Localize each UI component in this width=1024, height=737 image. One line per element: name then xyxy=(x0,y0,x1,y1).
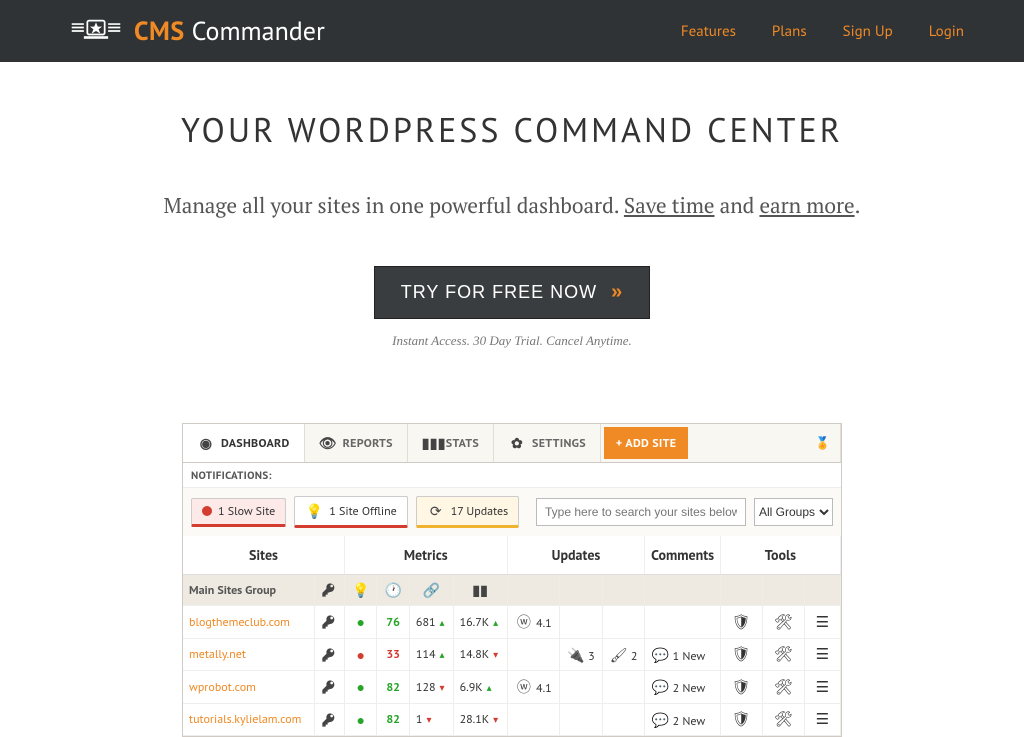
shield-icon[interactable]: 🛡 xyxy=(728,645,755,664)
col-comments: Comments xyxy=(645,536,720,575)
list-icon[interactable]: ☰ xyxy=(812,710,833,729)
list-icon[interactable]: ☰ xyxy=(812,645,833,664)
bulb-icon: ● xyxy=(356,678,364,696)
key-icon[interactable] xyxy=(321,614,338,630)
site-link[interactable]: tutorials.kylielam.com xyxy=(189,712,301,727)
key-icon[interactable] xyxy=(321,582,338,598)
comment-icon: 💬 xyxy=(651,711,669,729)
key-icon[interactable] xyxy=(321,712,338,728)
nav-signup[interactable]: Sign Up xyxy=(843,22,893,41)
alert-site-offline[interactable]: 💡1 Site Offline xyxy=(294,496,407,528)
dashboard-preview: ◉DASHBOARD 👁REPORTS ▮▮▮STATS ✿SETTINGS +… xyxy=(182,423,842,737)
bulb-icon: 💡 xyxy=(352,581,370,599)
award-icon[interactable]: 🏅 xyxy=(805,424,841,462)
wordpress-icon: ⓦ xyxy=(515,612,533,632)
tabs: ◉DASHBOARD 👁REPORTS ▮▮▮STATS ✿SETTINGS +… xyxy=(183,424,841,463)
gear-icon: ✿ xyxy=(508,434,526,452)
theme-icon: 🖌 xyxy=(610,646,628,664)
bulb-icon: ● xyxy=(356,613,364,631)
cta-button[interactable]: TRY FOR FREE NOW» xyxy=(374,266,650,319)
alert-slow-site[interactable]: 1 Slow Site xyxy=(191,498,286,527)
notifications-label: NOTIFICATIONS: xyxy=(183,463,841,488)
arrow-icon: » xyxy=(611,281,623,304)
nav-features[interactable]: Features xyxy=(681,22,736,41)
alert-updates[interactable]: ⟳17 Updates xyxy=(416,496,519,528)
site-link[interactable]: wprobot.com xyxy=(189,680,256,695)
logo-text: CMS Commander xyxy=(134,15,325,48)
bulb-icon: ● xyxy=(356,711,364,729)
shield-icon[interactable]: 🛡 xyxy=(728,710,755,729)
bulb-icon: ● xyxy=(356,646,364,664)
wrench-icon[interactable]: 🛠 xyxy=(770,678,797,697)
tab-settings[interactable]: ✿SETTINGS xyxy=(494,424,601,462)
nav-plans[interactable]: Plans xyxy=(772,22,807,41)
plugin-icon: 🔌 xyxy=(567,646,585,664)
tab-stats[interactable]: ▮▮▮STATS xyxy=(408,424,494,462)
bulb-icon: 💡 xyxy=(305,502,323,520)
eye-icon: 👁 xyxy=(319,434,337,452)
dot-icon xyxy=(202,506,212,516)
table-row: tutorials.kylielam.com●82128.1K💬 2 New🛡🛠… xyxy=(183,704,841,736)
shield-icon[interactable]: 🛡 xyxy=(728,678,755,697)
groups-select[interactable]: All Groups xyxy=(754,498,833,526)
logo[interactable]: CMS Commander xyxy=(70,13,325,49)
tab-dashboard[interactable]: ◉DASHBOARD xyxy=(183,424,305,462)
col-tools: Tools xyxy=(720,536,840,575)
dashboard-icon: ◉ xyxy=(197,434,215,452)
col-sites: Sites xyxy=(183,536,344,575)
sites-table: Sites Metrics Updates Comments Tools Mai… xyxy=(183,536,841,736)
alerts-row: 1 Slow Site 💡1 Site Offline ⟳17 Updates … xyxy=(183,488,841,536)
chartbars-icon: ▮▮ xyxy=(471,581,489,599)
key-icon[interactable] xyxy=(321,679,338,695)
key-icon[interactable] xyxy=(321,647,338,663)
tagline: Manage all your sites in one powerful da… xyxy=(20,192,1004,220)
table-row: wprobot.com●821286.9Kⓦ 4.1💬 2 New🛡🛠☰ xyxy=(183,671,841,704)
col-metrics: Metrics xyxy=(344,536,507,575)
cta-finetext: Instant Access. 30 Day Trial. Cancel Any… xyxy=(20,333,1004,349)
refresh-icon: ⟳ xyxy=(427,502,445,520)
topbar: CMS Commander Features Plans Sign Up Log… xyxy=(0,0,1024,62)
shield-icon[interactable]: 🛡 xyxy=(728,613,755,632)
table-row: blogthemeclub.com●7668116.7Kⓦ 4.1🛡🛠☰ xyxy=(183,606,841,639)
wordpress-icon: ⓦ xyxy=(515,677,533,697)
wrench-icon[interactable]: 🛠 xyxy=(770,613,797,632)
wrench-icon[interactable]: 🛠 xyxy=(770,645,797,664)
hero: YOUR WORDPRESS COMMAND CENTER Manage all… xyxy=(0,62,1024,379)
nav-login[interactable]: Login xyxy=(929,22,964,41)
gauge-icon: 🕐 xyxy=(384,581,402,599)
comment-icon: 💬 xyxy=(651,678,669,696)
search-input[interactable] xyxy=(536,498,746,526)
page-title: YOUR WORDPRESS COMMAND CENTER xyxy=(20,108,1004,152)
tab-reports[interactable]: 👁REPORTS xyxy=(305,424,408,462)
logo-icon xyxy=(70,13,122,49)
site-link[interactable]: metally.net xyxy=(189,647,246,662)
list-icon[interactable]: ☰ xyxy=(812,613,833,632)
comment-icon: 💬 xyxy=(651,646,669,664)
wrench-icon[interactable]: 🛠 xyxy=(770,710,797,729)
col-updates: Updates xyxy=(507,536,645,575)
link-icon: 🔗 xyxy=(422,581,440,599)
table-row: metally.net●3311414.8K🔌 3🖌 2💬 1 New🛡🛠☰ xyxy=(183,639,841,671)
site-link[interactable]: blogthemeclub.com xyxy=(189,615,290,630)
main-nav: Features Plans Sign Up Login xyxy=(681,22,964,41)
group-row: Main Sites Group 💡 🕐 🔗 ▮▮ xyxy=(183,575,841,606)
list-icon[interactable]: ☰ xyxy=(812,678,833,697)
bars-icon: ▮▮▮ xyxy=(422,434,440,452)
add-site-button[interactable]: + ADD SITE xyxy=(604,427,688,459)
